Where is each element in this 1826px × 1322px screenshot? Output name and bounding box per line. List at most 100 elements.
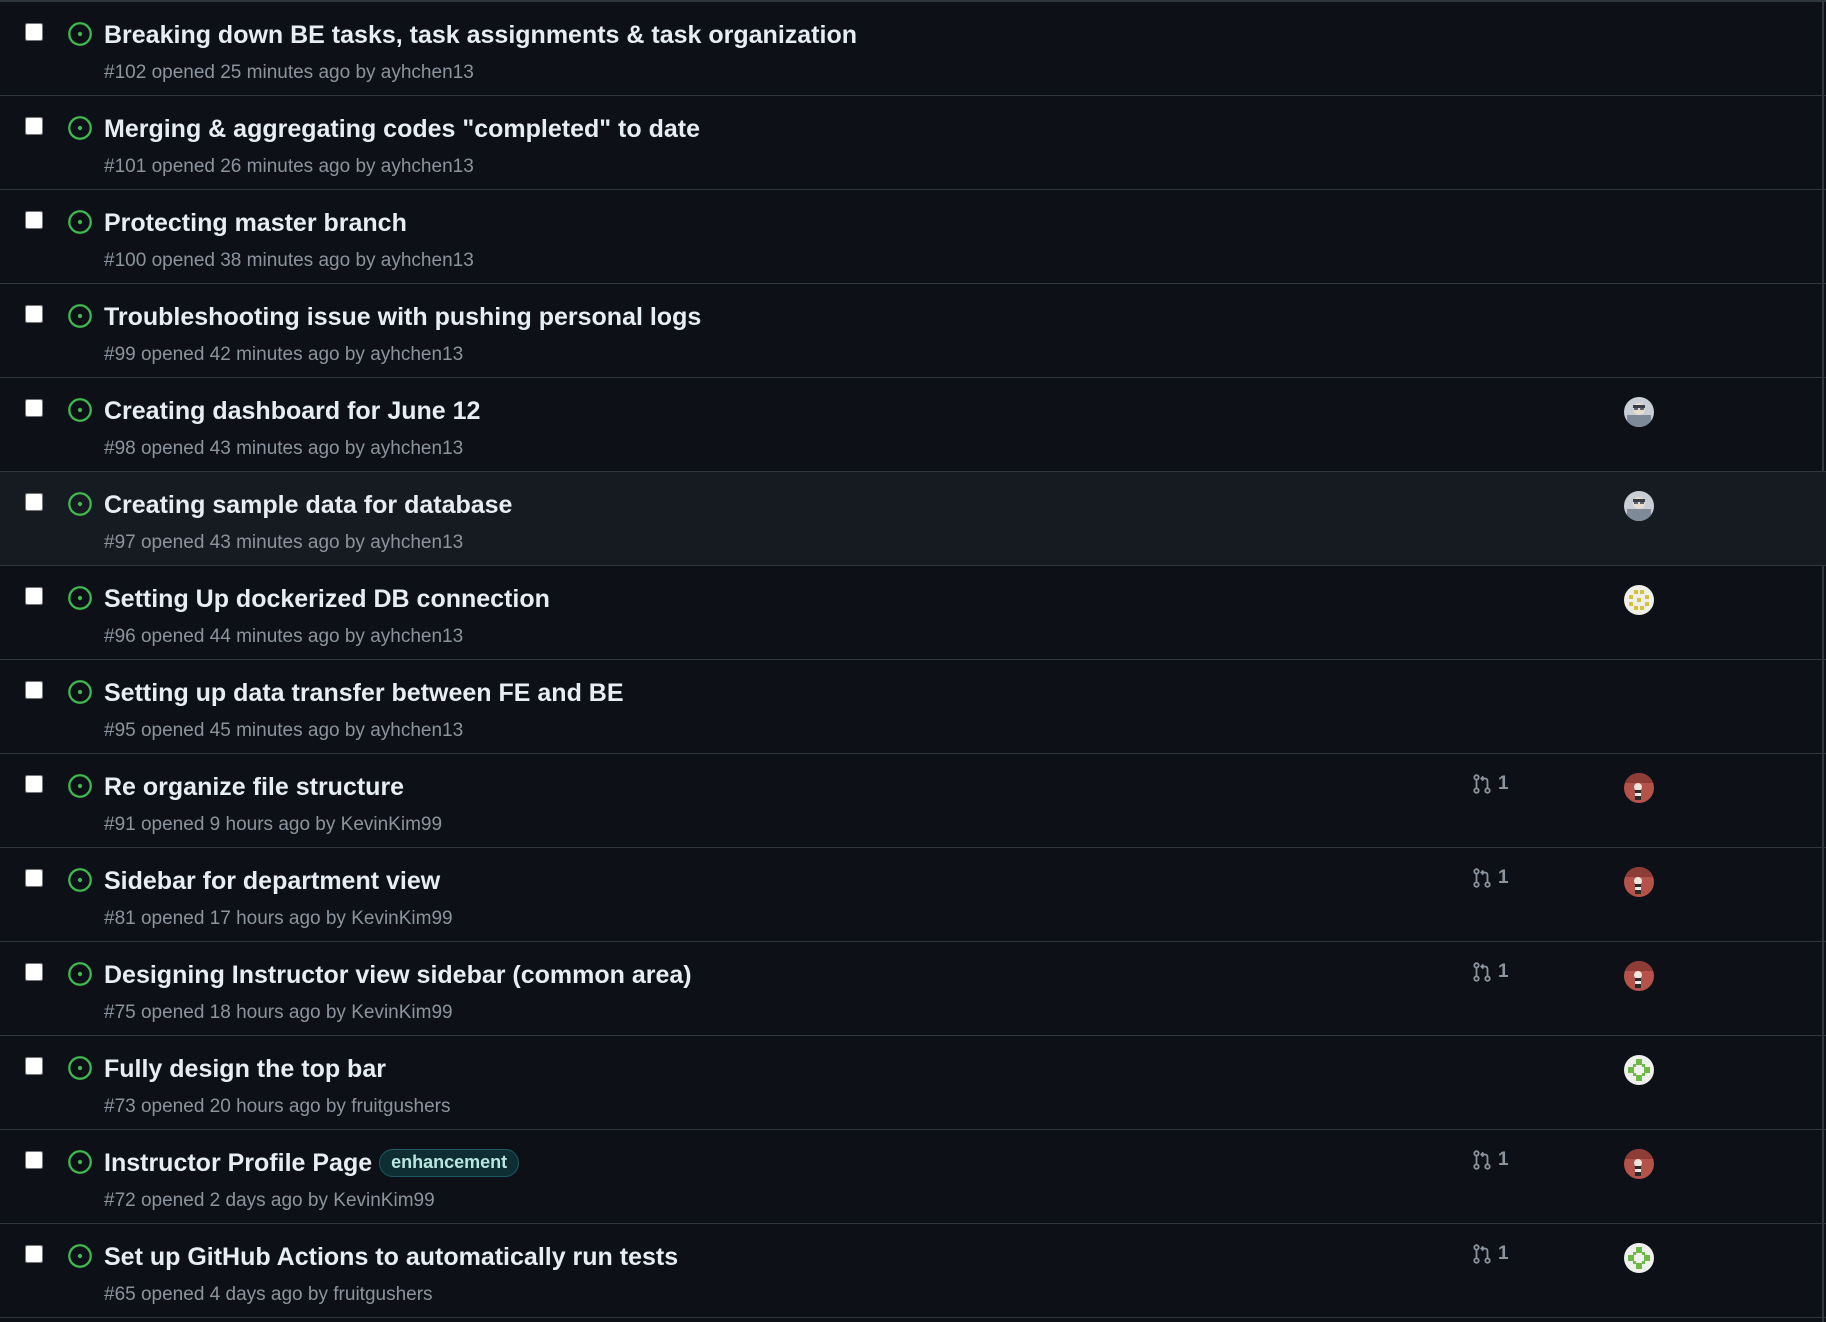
- issue-opened-text: opened 45 minutes ago by: [140, 720, 365, 741]
- issue-meta: #91 opened 9 hours ago by KevinKim99: [104, 814, 442, 836]
- assignee-avatar[interactable]: [1624, 585, 1654, 615]
- issue-row[interactable]: Designing Instructor view sidebar (commo…: [0, 942, 1826, 1036]
- issue-number: #75: [104, 1002, 136, 1023]
- issue-row[interactable]: Creating sample data for database #97 ope…: [0, 472, 1826, 566]
- issue-title-link[interactable]: Creating sample data for database: [104, 491, 512, 520]
- issue-row[interactable]: Merging & aggregating codes "completed" …: [0, 96, 1826, 190]
- issue-title-text: Re organize file structure: [104, 773, 405, 801]
- issue-author-link[interactable]: ayhchen13: [381, 156, 474, 177]
- issue-title-link[interactable]: Setting Up dockerized DB connection: [104, 585, 550, 614]
- issue-select-checkbox[interactable]: [25, 1245, 43, 1263]
- linked-pull-request-link[interactable]: 1: [1471, 1149, 1509, 1171]
- issue-row[interactable]: Breaking down BE tasks, task assignments…: [0, 2, 1826, 96]
- issue-author-link[interactable]: ayhchen13: [370, 438, 463, 459]
- assignee-avatar[interactable]: [1624, 1243, 1654, 1273]
- issue-title-link[interactable]: Sidebar for department view: [104, 867, 440, 896]
- issue-select-checkbox[interactable]: [25, 23, 43, 41]
- issue-select-checkbox[interactable]: [25, 681, 43, 699]
- issue-opened-icon: [68, 210, 92, 234]
- issue-title-text: Breaking down BE tasks, task assignments…: [104, 21, 857, 49]
- assignee-avatar[interactable]: [1624, 773, 1654, 803]
- issue-title-text: Merging & aggregating codes "completed" …: [104, 115, 700, 143]
- issue-meta: #81 opened 17 hours ago by KevinKim99: [104, 908, 453, 930]
- issue-select-checkbox[interactable]: [25, 305, 43, 323]
- linked-pull-request-link[interactable]: 1: [1471, 1243, 1509, 1265]
- issue-number: #91: [104, 814, 136, 835]
- linked-pr-count: 1: [1498, 1243, 1509, 1264]
- issue-title-text: Setting Up dockerized DB connection: [104, 585, 550, 613]
- pull-request-icon: [1473, 868, 1491, 888]
- issue-row[interactable]: Creating dashboard for June 12 #98 opened…: [0, 378, 1826, 472]
- issue-title-link[interactable]: Re organize file structure: [104, 773, 404, 802]
- issue-row[interactable]: Fully design the top bar #73 opened 20 ho…: [0, 1036, 1826, 1130]
- issue-select-checkbox[interactable]: [25, 1151, 43, 1169]
- issue-title-link[interactable]: Breaking down BE tasks, task assignments…: [104, 21, 857, 50]
- issue-select-checkbox[interactable]: [25, 399, 43, 417]
- issue-number: #65: [104, 1284, 136, 1305]
- issue-number: #100: [104, 250, 147, 271]
- issue-title-link[interactable]: Fully design the top bar: [104, 1055, 386, 1084]
- issue-author-link[interactable]: ayhchen13: [381, 250, 474, 271]
- issue-row[interactable]: Instructor Profile Page enhancement #72 op…: [0, 1130, 1826, 1224]
- issue-title-link[interactable]: Designing Instructor view sidebar (commo…: [104, 961, 692, 990]
- issue-author-link[interactable]: ayhchen13: [370, 720, 463, 741]
- pull-request-icon: [1473, 774, 1491, 794]
- issue-title-text: Sidebar for department view: [104, 867, 441, 895]
- assignee-avatar[interactable]: [1624, 397, 1654, 427]
- issue-row[interactable]: Setting Up dockerized DB connection #96 o…: [0, 566, 1826, 660]
- issue-number: #97: [104, 532, 136, 553]
- issue-author-link[interactable]: ayhchen13: [370, 626, 463, 647]
- issue-meta: #101 opened 26 minutes ago by ayhchen13: [104, 156, 474, 178]
- issue-title-link[interactable]: Creating dashboard for June 12: [104, 397, 480, 426]
- issue-select-checkbox[interactable]: [25, 493, 43, 511]
- assignee-avatar[interactable]: [1624, 1055, 1654, 1085]
- assignee-avatar[interactable]: [1624, 491, 1654, 521]
- issue-row[interactable]: Setting up data transfer between FE and …: [0, 660, 1826, 754]
- issue-title-link[interactable]: Protecting master branch: [104, 209, 407, 238]
- issue-select-checkbox[interactable]: [25, 963, 43, 981]
- issue-author-link[interactable]: KevinKim99: [351, 908, 452, 929]
- issue-select-checkbox[interactable]: [25, 211, 43, 229]
- issue-row[interactable]: Sidebar for department view #81 opened 17…: [0, 848, 1826, 942]
- issue-label-enhancement[interactable]: enhancement: [379, 1149, 520, 1177]
- issue-opened-icon: [68, 1056, 92, 1080]
- issue-author-link[interactable]: fruitgushers: [351, 1096, 450, 1117]
- issue-title-text: Designing Instructor view sidebar (commo…: [104, 961, 692, 989]
- assignee-avatar[interactable]: [1624, 867, 1654, 897]
- issue-select-checkbox[interactable]: [25, 775, 43, 793]
- issue-author-link[interactable]: ayhchen13: [370, 532, 463, 553]
- issue-author-link[interactable]: KevinKim99: [333, 1190, 434, 1211]
- issue-opened-text: opened 44 minutes ago by: [140, 626, 365, 647]
- issue-select-checkbox[interactable]: [25, 1057, 43, 1075]
- issue-author-link[interactable]: KevinKim99: [351, 1002, 452, 1023]
- assignee-avatar[interactable]: [1624, 1149, 1654, 1179]
- issue-author-link[interactable]: ayhchen13: [381, 62, 474, 83]
- issue-meta: #96 opened 44 minutes ago by ayhchen13: [104, 626, 463, 648]
- issue-row[interactable]: Re organize file structure #91 opened 9 h…: [0, 754, 1826, 848]
- issue-author-link[interactable]: ayhchen13: [370, 344, 463, 365]
- issue-title-link[interactable]: Troubleshooting issue with pushing perso…: [104, 303, 701, 332]
- issue-opened-text: opened 43 minutes ago by: [140, 532, 365, 553]
- issue-title-link[interactable]: Merging & aggregating codes "completed" …: [104, 115, 700, 144]
- issue-author-link[interactable]: KevinKim99: [341, 814, 442, 835]
- issue-title-link[interactable]: Set up GitHub Actions to automatically r…: [104, 1243, 678, 1272]
- issue-row[interactable]: Protecting master branch #100 opened 38 m…: [0, 190, 1826, 284]
- issue-title-text: Creating sample data for database: [104, 491, 513, 519]
- issue-opened-text: opened 43 minutes ago by: [140, 438, 365, 459]
- issue-select-checkbox[interactable]: [25, 869, 43, 887]
- issue-select-checkbox[interactable]: [25, 117, 43, 135]
- linked-pull-request-link[interactable]: 1: [1471, 867, 1509, 889]
- issue-opened-icon: [68, 116, 92, 140]
- issue-row[interactable]: Troubleshooting issue with pushing perso…: [0, 284, 1826, 378]
- issue-title-link[interactable]: Instructor Profile Page enhancement: [104, 1149, 520, 1178]
- assignee-avatar[interactable]: [1624, 961, 1654, 991]
- linked-pull-request-link[interactable]: 1: [1471, 773, 1509, 795]
- issue-select-checkbox[interactable]: [25, 587, 43, 605]
- issue-title-text: Troubleshooting issue with pushing perso…: [104, 303, 702, 331]
- issue-author-link[interactable]: fruitgushers: [333, 1284, 432, 1305]
- issue-opened-text: opened 26 minutes ago by: [151, 156, 376, 177]
- issue-row[interactable]: Set up GitHub Actions to automatically r…: [0, 1224, 1826, 1318]
- linked-pull-request-link[interactable]: 1: [1471, 961, 1509, 983]
- issue-opened-icon: [68, 962, 92, 986]
- issue-title-link[interactable]: Setting up data transfer between FE and …: [104, 679, 624, 708]
